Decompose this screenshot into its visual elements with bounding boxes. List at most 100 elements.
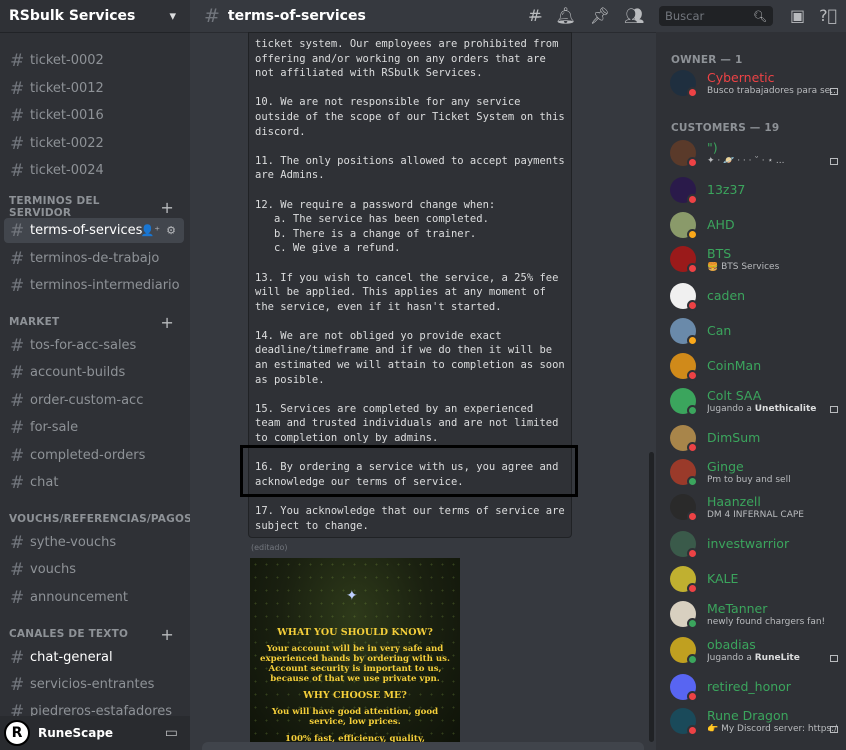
threads-icon[interactable]: #̶ (528, 6, 541, 25)
hash-icon: # (10, 674, 25, 695)
member-name: caden (707, 288, 746, 303)
member-name: Ginge (707, 459, 744, 474)
search-icon: 🔍︎ (753, 9, 767, 23)
channel-sidebar: RSbulk Services ▾ # ticket-0002 # ticket-0… (0, 0, 190, 750)
member-item[interactable]: Rune Dragon 👉 My Discord server: https:/… (670, 708, 846, 738)
plus-icon[interactable]: + (160, 198, 174, 217)
search-input[interactable]: Buscar 🔍︎ (659, 6, 773, 26)
user-avatar[interactable]: R (4, 720, 30, 746)
channel-servicios-entrantes[interactable]: # servicios-entrantes (4, 672, 184, 697)
member-status: DM 4 INFERNAL CAPE (707, 510, 804, 520)
dnd-status-icon (687, 300, 698, 311)
member-item[interactable]: Ginge Pm to buy and sell (670, 459, 846, 489)
member-item[interactable]: KALE (670, 566, 846, 596)
member-name: AHD (707, 217, 735, 232)
promo-heading-1: WHAT YOU SHOULD KNOW? (277, 627, 433, 638)
hash-icon: # (10, 647, 25, 668)
member-name: ") (707, 140, 718, 155)
member-item[interactable]: BTS 🍔 BTS Services (670, 246, 846, 276)
member-item[interactable]: Colt SAA Jugando a Unethicalite (670, 388, 846, 418)
member-item[interactable]: Haanzell DM 4 INFERNAL CAPE (670, 494, 846, 524)
hash-icon: # (10, 390, 25, 411)
message-input[interactable] (202, 742, 644, 750)
promo-image[interactable]: ✦ WHAT YOU SHOULD KNOW? Your account wil… (250, 558, 460, 750)
discord-app: RSbulk Services ▾ # ticket-0002 # ticket-0… (0, 0, 846, 750)
category-label: TERMINOS DEL SERVIDOR (9, 195, 100, 219)
member-item[interactable]: DimSum (670, 425, 846, 455)
member-item[interactable]: investwarrior (670, 531, 846, 561)
add-member-icon[interactable]: 👤⁺ (141, 224, 161, 237)
online-status-icon (687, 476, 698, 487)
member-status: Jugando a RuneLite (707, 653, 837, 663)
member-item[interactable]: CoinMan (670, 353, 846, 383)
help-icon[interactable]: ?⃝ (819, 6, 837, 25)
member-name: MeTanner (707, 601, 768, 616)
channel-tos-for-acc-sales[interactable]: # tos-for-acc-sales (4, 333, 184, 358)
member-name: 13z37 (707, 182, 746, 197)
message-area: ticket system. Our employees are prohibi… (190, 32, 656, 750)
channel-label: terms-of-services (30, 223, 143, 238)
channel-ticket-0016[interactable]: # ticket-0016 (4, 103, 184, 128)
channel-sythe-vouchs[interactable]: # sythe-vouchs (4, 530, 184, 555)
member-name: DimSum (707, 430, 761, 445)
inbox-icon[interactable]: ▣ (790, 6, 805, 25)
member-name: Cybernetic (707, 70, 775, 85)
member-item[interactable]: 13z37 (670, 177, 846, 207)
member-name: Colt SAA (707, 388, 762, 403)
channel-ticket-0022[interactable]: # ticket-0022 (4, 131, 184, 156)
member-item[interactable]: caden (670, 283, 846, 313)
channel-ticket-0002[interactable]: # ticket-0002 (4, 48, 184, 73)
channel-for-sale[interactable]: # for-sale (4, 415, 184, 440)
channel-label: for-sale (30, 420, 79, 435)
idle-status-icon (687, 229, 698, 240)
member-item[interactable]: obadias Jugando a RuneLite (670, 637, 846, 667)
member-status: Jugando a Unethicalite (707, 404, 837, 414)
highlight-box (240, 445, 578, 497)
bell-icon[interactable]: 🔔︎ (555, 6, 575, 25)
channel-ticket-0024[interactable]: # ticket-0024 (4, 158, 184, 183)
channel-ticket-0012[interactable]: # ticket-0012 (4, 76, 184, 101)
pin-icon[interactable]: 📌︎ (590, 6, 610, 25)
category-terminos[interactable]: TERMINOS DEL SERVIDOR + (0, 195, 186, 219)
plus-icon[interactable]: + (160, 313, 174, 332)
member-item[interactable]: Cybernetic Busco trabajadores para se... (670, 70, 846, 100)
channel-label: ticket-0012 (30, 81, 104, 96)
category-canales-de-texto[interactable]: CANALES DE TEXTO + (0, 625, 186, 644)
member-item[interactable]: ") ✦ · 🪐 · · · ˚ · ⋆ ... (670, 140, 846, 170)
dnd-status-icon (687, 511, 698, 522)
channel-label: chat-general (30, 650, 113, 665)
channel-label: tos-for-acc-sales (30, 338, 137, 353)
channel-chat[interactable]: # chat (4, 470, 184, 495)
channel-account-builds[interactable]: # account-builds (4, 360, 184, 385)
dnd-status-icon (687, 87, 698, 98)
member-list: OWNER — 1 Cybernetic Busco trabajadores … (656, 32, 846, 750)
member-item[interactable]: AHD (670, 212, 846, 242)
dnd-status-icon (687, 725, 698, 736)
category-vouchs[interactable]: VOUCHS/REFERENCIAS/PAGOS+ (0, 511, 190, 527)
channel-terms-of-services[interactable]: # terms-of-services 👤⁺ ⚙ (4, 218, 184, 243)
member-item[interactable]: retired_honor (670, 674, 846, 704)
member-item[interactable]: MeTanner newly found chargers fan! (670, 601, 846, 631)
sparkle-icon: ✦ (346, 588, 358, 604)
member-item[interactable]: Can (670, 318, 846, 348)
plus-icon[interactable]: + (160, 625, 174, 644)
members-icon[interactable]: 👥︎ (624, 6, 644, 25)
channel-order-custom-acc[interactable]: # order-custom-acc (4, 388, 184, 413)
screen-share-icon[interactable]: ▭ (165, 725, 178, 741)
dnd-status-icon (687, 194, 698, 205)
settings-icon[interactable]: ⚙ (166, 224, 176, 237)
channel-chat-general[interactable]: # chat-general (4, 645, 184, 670)
activity-icon (830, 406, 838, 413)
status-prefix: Jugando a (707, 404, 755, 414)
channel-announcement[interactable]: # announcement (4, 585, 184, 610)
server-header[interactable]: RSbulk Services ▾ (0, 0, 190, 32)
dnd-status-icon (687, 263, 698, 274)
status-prefix: Jugando a (707, 653, 755, 663)
channel-terminos-intermediario[interactable]: # terminos-intermediario (4, 273, 184, 298)
scrollbar[interactable] (649, 452, 654, 742)
category-market[interactable]: MARKET + (0, 313, 186, 332)
channel-completed-orders[interactable]: # completed-orders (4, 443, 184, 468)
channel-terminos-de-trabajo[interactable]: # terminos-de-trabajo (4, 246, 184, 271)
channel-vouchs[interactable]: # vouchs (4, 557, 184, 582)
chevron-down-icon[interactable]: ▾ (169, 9, 176, 24)
